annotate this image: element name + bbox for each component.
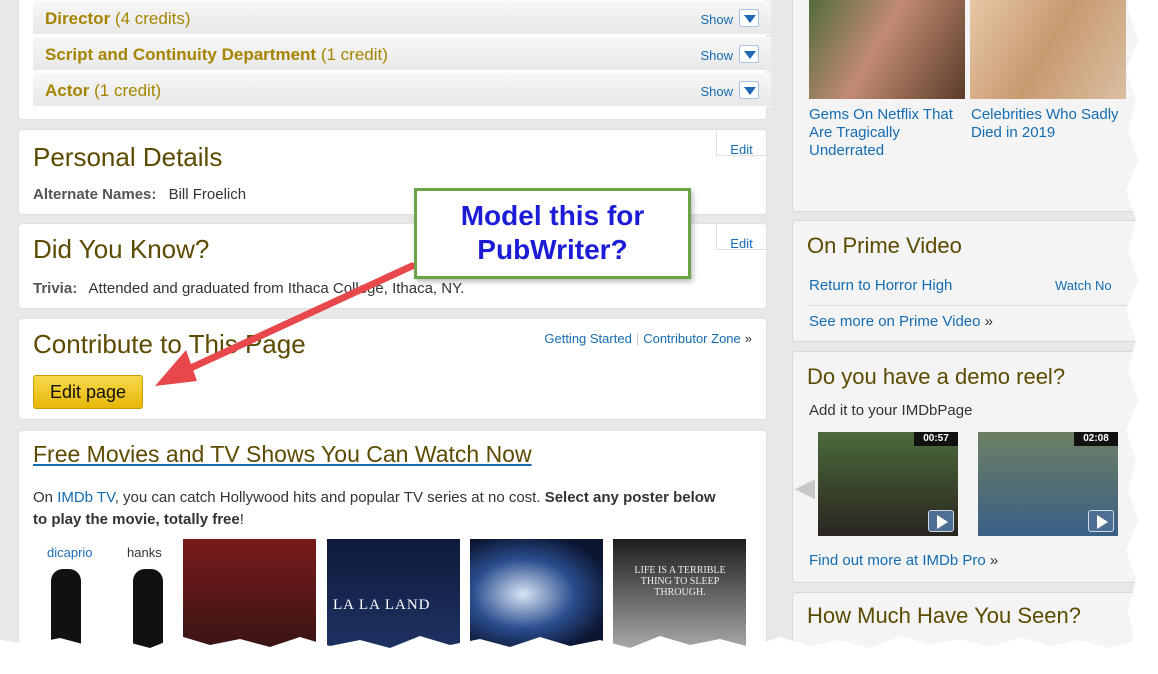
section-heading: Contribute to This Page: [33, 329, 306, 359]
edit-link[interactable]: Edit: [716, 130, 766, 157]
raquo-icon: »: [984, 313, 993, 330]
video-duration: 02:08: [1074, 432, 1118, 446]
divider: [809, 305, 1139, 306]
text: !: [239, 511, 244, 528]
filmography-title[interactable]: Script and Continuity Department (1 cred…: [45, 45, 388, 65]
getting-started-link[interactable]: Getting Started: [544, 331, 631, 346]
how-much-seen-section: How Much Have You Seen?: [792, 592, 1140, 650]
link-text[interactable]: Find out more at IMDb Pro: [809, 552, 986, 569]
filmography-title[interactable]: Actor (1 credit): [45, 81, 161, 101]
see-more-prime-link[interactable]: See more on Prime Video »: [809, 313, 993, 330]
demo-subheading: Add it to your IMDbPage: [809, 402, 973, 419]
link-separator: |: [635, 331, 640, 346]
play-icon[interactable]: [1088, 510, 1114, 532]
prime-item-link[interactable]: Return to Horror High: [809, 277, 952, 294]
poster-name: hanks: [127, 545, 162, 560]
text: , you can catch Hollywood hits and popul…: [114, 489, 545, 506]
detail-value: Bill Froelich: [168, 186, 247, 203]
raquo-icon: »: [989, 552, 999, 569]
detail-label: Alternate Names:: [33, 186, 157, 203]
imdb-pro-link[interactable]: Find out more at IMDb Pro »: [809, 552, 998, 569]
edit-page-button[interactable]: Edit page: [33, 375, 143, 409]
contributor-zone-link[interactable]: Contributor Zone: [643, 331, 741, 346]
poster-figure: [133, 569, 163, 649]
filmography-credits: (1 credit): [94, 81, 162, 100]
chevron-left-icon[interactable]: ◀: [795, 472, 815, 503]
filmography-credits: (4 credits): [114, 9, 191, 28]
poster-tagline: LIFE IS A TERRIBLE THING TO SLEEP THROUG…: [634, 565, 726, 598]
gems-link[interactable]: Gems On Netflix That Are Tragically Unde…: [809, 106, 959, 160]
poster-what-s-eating-gilbert-grape[interactable]: LIFE IS A TERRIBLE THING TO SLEEP THROUG…: [613, 539, 746, 649]
annotation-callout: Model this for PubWriter?: [414, 188, 691, 279]
filmography-section: Director (4 credits) Show Script and Con…: [18, 0, 771, 120]
celebrities-thumbnail[interactable]: [970, 0, 1126, 99]
contribute-section: Contribute to This Page Getting Started |…: [18, 318, 767, 420]
poster-catch-me-if-you-can[interactable]: dicaprio hanks: [33, 539, 166, 649]
link-text[interactable]: See more on Prime Video: [809, 313, 980, 330]
filmography-category[interactable]: Script and Continuity Department: [45, 45, 316, 64]
poster-title: LA LA LAND: [333, 597, 431, 613]
poster-ghost[interactable]: [470, 539, 603, 649]
prime-video-section: On Prime Video Return to Horror High Wat…: [792, 220, 1140, 342]
show-link[interactable]: Show: [700, 84, 733, 99]
video-duration: 00:57: [914, 432, 958, 446]
text: On: [33, 489, 58, 506]
chevron-down-icon[interactable]: [739, 81, 759, 99]
poster-figure: [51, 569, 81, 649]
demo-video-1[interactable]: 00:57: [818, 432, 958, 536]
play-icon[interactable]: [928, 510, 954, 532]
celebrities-link[interactable]: Celebrities Who Sadly Died in 2019: [971, 106, 1121, 142]
show-link[interactable]: Show: [700, 48, 733, 63]
show-link[interactable]: Show: [700, 12, 733, 27]
imdb-tv-link[interactable]: IMDb TV: [57, 489, 115, 506]
gems-thumbnail[interactable]: [809, 0, 965, 99]
trivia: Trivia: Attended and graduated from Itha…: [33, 280, 464, 297]
poster-name: dicaprio: [47, 545, 93, 560]
filmography-title[interactable]: Director (4 credits): [45, 9, 191, 29]
filmography-category[interactable]: Director: [45, 9, 110, 28]
filmography-credits: (1 credit): [320, 45, 388, 64]
demo-video-2[interactable]: 02:08: [978, 432, 1118, 536]
imdb-page: Director (4 credits) Show Script and Con…: [0, 0, 1140, 650]
sidebar-gallery: Gems On Netflix That Are Tragically Unde…: [792, 0, 1140, 212]
demo-heading: Do you have a demo reel?: [807, 364, 1066, 389]
section-heading: Personal Details: [33, 142, 223, 172]
callout-line: PubWriter?: [477, 234, 628, 265]
free-movies-heading[interactable]: Free Movies and TV Shows You Can Watch N…: [33, 441, 532, 468]
filmography-category[interactable]: Actor: [45, 81, 89, 100]
poster-la-la-land[interactable]: LA LA LAND: [327, 539, 460, 649]
demo-reel-section: Do you have a demo reel? Add it to your …: [792, 351, 1140, 583]
section-heading: Did You Know?: [33, 234, 210, 264]
chevron-down-icon[interactable]: [739, 45, 759, 63]
filmography-row-director[interactable]: Director (4 credits) Show: [33, 1, 771, 35]
watch-now-link[interactable]: Watch No: [1055, 278, 1112, 293]
contribute-links: Getting Started | Contributor Zone»: [544, 331, 752, 346]
detail-value: Attended and graduated from Ithaca Colle…: [88, 280, 465, 297]
detail-label: Trivia:: [33, 280, 78, 297]
edit-link[interactable]: Edit: [716, 224, 766, 251]
chevron-down-icon[interactable]: [739, 9, 759, 27]
callout-line: Model this for: [460, 200, 645, 231]
prime-heading: On Prime Video: [807, 233, 962, 258]
free-movies-description: On IMDb TV, you can catch Hollywood hits…: [33, 487, 733, 531]
poster-group-photo[interactable]: [183, 539, 316, 649]
free-movies-section: Free Movies and TV Shows You Can Watch N…: [18, 430, 767, 650]
howmuch-heading: How Much Have You Seen?: [807, 603, 1081, 628]
filmography-row-actor[interactable]: Actor (1 credit) Show: [33, 73, 771, 107]
filmography-row-script[interactable]: Script and Continuity Department (1 cred…: [33, 37, 771, 71]
raquo-icon: »: [744, 331, 752, 346]
alternate-names: Alternate Names: Bill Froelich: [33, 186, 246, 203]
